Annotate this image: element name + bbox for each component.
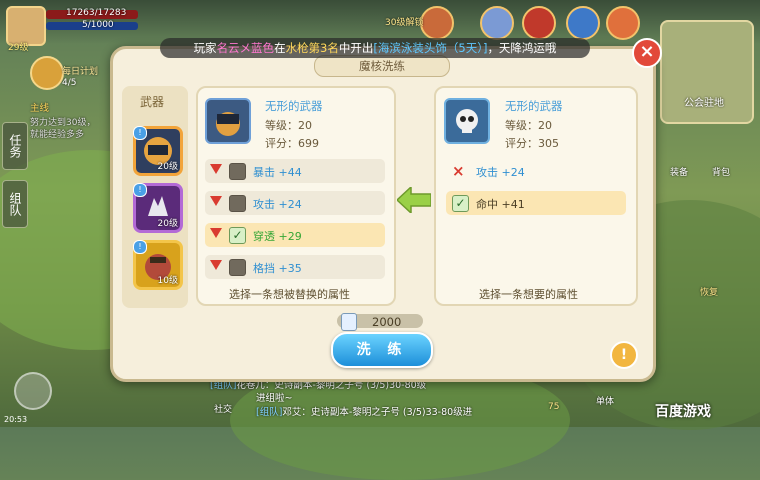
category-level: 20级 — [157, 219, 178, 229]
score-label: 评分： — [265, 137, 298, 150]
attribute-row-1[interactable]: 暴击 +44 — [205, 159, 385, 183]
helmet-icon[interactable] — [480, 6, 514, 40]
attribute-row-2[interactable]: 攻击 +24 — [205, 191, 385, 215]
new-level: 等级：20 — [505, 117, 552, 133]
unlock-label: 30级解锁 — [385, 18, 424, 28]
current-weapon-name: 无形的武器 — [265, 99, 323, 113]
new-weapon-icon — [444, 98, 490, 144]
help-icon[interactable]: ! — [610, 341, 638, 369]
cost-value: 2000 — [372, 315, 402, 329]
attribute-row-3[interactable]: ✓ 穿透 +29 — [205, 223, 385, 247]
decrease-arrow-icon — [210, 228, 222, 238]
attribute-row-4[interactable]: 格挡 +35 — [205, 255, 385, 279]
shield-icon[interactable] — [566, 6, 600, 40]
announce-item: [海滨泳装头饰（5天）] — [373, 41, 488, 55]
daily-plan-label: 每日计划 — [62, 67, 99, 77]
clock: 20:53 — [4, 415, 28, 424]
level-badge: 75 — [548, 402, 560, 412]
guild-label[interactable]: 公会驻地 — [684, 94, 724, 109]
refine-button[interactable]: 洗 练 — [331, 332, 433, 368]
checkbox[interactable] — [229, 195, 246, 212]
level-label: 等级： — [505, 119, 538, 132]
equip-label[interactable]: 装备 — [670, 165, 688, 178]
announce-prefix: 玩家 — [193, 41, 217, 55]
current-score: 评分：699 — [265, 135, 319, 151]
cross-icon: × — [452, 162, 465, 180]
demon-icon[interactable] — [522, 6, 556, 40]
chat-line-3: [组队]邓艾：史诗副本-黎明之子号 (3/5)33-80级进 — [256, 404, 472, 418]
daily-plan-icon[interactable] — [30, 56, 64, 90]
announce-mid1: 在 — [274, 41, 286, 55]
current-hint: 选择一条想被替换的属性 — [229, 288, 350, 301]
checkbox-checked[interactable]: ✓ — [452, 195, 469, 212]
watermark: 百度游戏 — [655, 404, 711, 420]
decrease-arrow-icon — [210, 260, 222, 270]
announce-mid2: 中开出 — [338, 41, 374, 55]
hound-icon — [216, 112, 240, 136]
attribute-text: 穿透 +29 — [253, 230, 302, 243]
category-item-weapon-3[interactable]: ! 10级 — [133, 240, 183, 290]
category-level: 10级 — [157, 276, 178, 286]
social-label[interactable]: 社交 — [214, 402, 232, 415]
category-item-weapon-2[interactable]: ! 20级 — [133, 183, 183, 233]
new-weapon-name: 无形的武器 — [505, 99, 563, 113]
announce-player: 名云メ蓝色 — [216, 41, 275, 55]
attribute-text: 攻击 +24 — [253, 198, 302, 211]
joystick[interactable] — [14, 372, 52, 410]
category-badge: ! — [133, 183, 147, 197]
category-level: 20级 — [157, 162, 178, 172]
revive-label[interactable]: 恢复 — [700, 285, 718, 298]
single-target-label[interactable]: 单体 — [596, 394, 614, 407]
dialog-title: 魔核洗练 — [314, 55, 450, 77]
attribute-text: 命中 +41 — [476, 198, 525, 211]
new-score: 评分：305 — [505, 135, 559, 151]
announce-map: 水枪第3名 — [285, 41, 339, 55]
decrease-arrow-icon — [210, 164, 222, 174]
tab-team[interactable]: 组队 — [2, 180, 28, 228]
attribute-text: 攻击 +24 — [476, 166, 525, 179]
level-label: 等级： — [265, 119, 298, 132]
current-level: 等级：20 — [265, 117, 312, 133]
chat-tag: [组队] — [256, 407, 283, 418]
new-attribute-row-1[interactable]: × 攻击 +24 — [446, 159, 626, 183]
quest-count: 4/5 — [62, 78, 77, 88]
score-value: 305 — [538, 137, 559, 150]
score-label: 评分： — [505, 137, 538, 150]
category-title: 武器 — [140, 95, 165, 109]
level-value: 20 — [538, 119, 552, 132]
crystal-icon — [341, 313, 357, 331]
checkbox-checked[interactable]: ✓ — [229, 227, 246, 244]
attribute-text: 格挡 +35 — [253, 262, 302, 275]
gift-icon[interactable] — [606, 6, 640, 40]
current-weapon-icon — [205, 98, 251, 144]
bag-label[interactable]: 背包 — [712, 165, 730, 178]
event-icon[interactable] — [420, 6, 454, 40]
quest-line2: 就能经验多多 — [30, 130, 85, 140]
chat-line-2: 进组啦~ — [256, 393, 293, 404]
new-hint: 选择一条想要的属性 — [479, 288, 578, 301]
decrease-arrow-icon — [210, 196, 222, 206]
chat-text: 邓艾：史诗副本-黎明之子号 (3/5)33-80级进 — [282, 407, 473, 418]
checkbox[interactable] — [229, 259, 246, 276]
hp-text: 17263/17283 — [66, 8, 127, 18]
score-value: 699 — [298, 137, 319, 150]
category-badge: ! — [133, 240, 147, 254]
player-level: 29级 — [8, 43, 29, 53]
skull-icon — [456, 109, 478, 133]
close-button[interactable]: × — [632, 38, 662, 68]
category-item-weapon-1[interactable]: ! 20级 — [133, 126, 183, 176]
quest-title[interactable]: 主线 — [30, 100, 49, 114]
tab-task[interactable]: 任务 — [2, 122, 28, 170]
mp-text: 5/1000 — [82, 20, 114, 30]
arrow-left-icon — [397, 187, 431, 213]
new-attribute-row-2[interactable]: ✓ 命中 +41 — [446, 191, 626, 215]
level-value: 20 — [298, 119, 312, 132]
attribute-text: 暴击 +44 — [253, 166, 302, 179]
announce-suffix: ，天降鸿运哦 — [487, 41, 557, 55]
announcement-banner: 玩家名云メ蓝色在水枪第3名中开出[海滨泳装头饰（5天）]，天降鸿运哦 — [160, 38, 590, 58]
checkbox[interactable] — [229, 163, 246, 180]
category-badge: ! — [133, 126, 147, 140]
